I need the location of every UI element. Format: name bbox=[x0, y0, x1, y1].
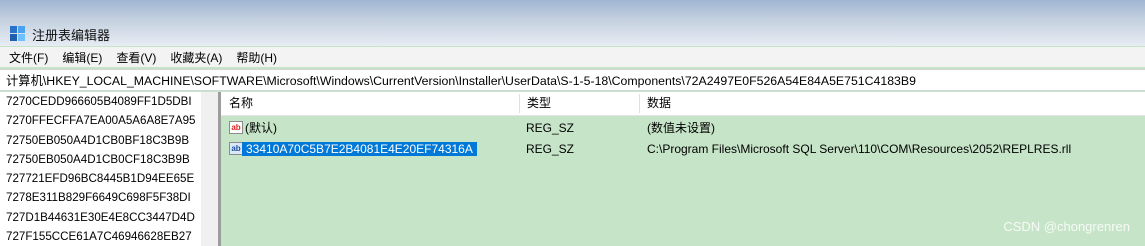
menu-help[interactable]: 帮助(H) bbox=[236, 49, 277, 66]
value-row-default[interactable]: ab (默认) REG_SZ (数值未设置) bbox=[221, 118, 1145, 139]
address-bar[interactable]: 计算机\HKEY_LOCAL_MACHINE\SOFTWARE\Microsof… bbox=[0, 69, 1145, 91]
column-header-type[interactable]: 类型 bbox=[519, 92, 639, 115]
value-name: (默认) bbox=[245, 121, 277, 135]
value-data: (数值未设置) bbox=[647, 121, 715, 135]
menu-view[interactable]: 查看(V) bbox=[116, 49, 156, 66]
list-header: 名称 类型 数据 bbox=[221, 92, 1145, 116]
value-type: REG_SZ bbox=[526, 142, 575, 156]
string-value-icon: ab bbox=[229, 121, 243, 134]
value-type: REG_SZ bbox=[526, 121, 575, 135]
menu-file[interactable]: 文件(F) bbox=[9, 49, 48, 66]
tree-node[interactable]: 727D1B44631E30E4E8CC3447D4D bbox=[0, 208, 201, 227]
column-header-data[interactable]: 数据 bbox=[639, 92, 1145, 115]
tree-node[interactable]: 7270CEDD966605B4089FF1D5DBI bbox=[0, 92, 201, 111]
tree-node[interactable]: 72750EB050A4D1CB0CF18C3B9B bbox=[0, 150, 201, 169]
title-bar: 注册表编辑器 bbox=[0, 0, 1145, 46]
tree-node[interactable]: 7270FFECFFA7EA00A5A6A8E7A95 bbox=[0, 111, 201, 130]
tree-node[interactable]: 727F155CCE61A7C46946628EB27 bbox=[0, 227, 201, 246]
value-name-selected[interactable]: 33410A70C5B7E2B4081E4E20EF74316A bbox=[242, 142, 477, 156]
string-value-icon: ab bbox=[229, 142, 243, 155]
value-data: C:\Program Files\Microsoft SQL Server\11… bbox=[647, 142, 1072, 156]
regedit-icon bbox=[10, 26, 25, 41]
value-row-selected[interactable]: ab 33410A70C5B7E2B4081E4E20EF74316A REG_… bbox=[221, 139, 1145, 160]
column-header-name[interactable]: 名称 bbox=[221, 92, 519, 115]
menu-bar: 文件(F) 编辑(E) 查看(V) 收藏夹(A) 帮助(H) bbox=[0, 47, 1145, 67]
key-tree[interactable]: 7270CEDD966605B4089FF1D5DBI 7270FFECFFA7… bbox=[0, 92, 201, 246]
menu-edit[interactable]: 编辑(E) bbox=[62, 49, 102, 66]
tree-node[interactable]: 7278E311B829F6649C698F5F38DI bbox=[0, 188, 201, 207]
menu-favorites[interactable]: 收藏夹(A) bbox=[170, 49, 222, 66]
watermark: CSDN @chongrenren bbox=[1003, 219, 1130, 234]
value-name: 33410A70C5B7E2B4081E4E20EF74316A bbox=[242, 139, 477, 160]
tree-node[interactable]: 72750EB050A4D1CB0BF18C3B9B bbox=[0, 131, 201, 150]
pane-splitter[interactable] bbox=[201, 92, 221, 246]
tree-node[interactable]: 727721EFD96BC8445B1D94EE65E bbox=[0, 169, 201, 188]
window-title: 注册表编辑器 bbox=[32, 28, 111, 43]
